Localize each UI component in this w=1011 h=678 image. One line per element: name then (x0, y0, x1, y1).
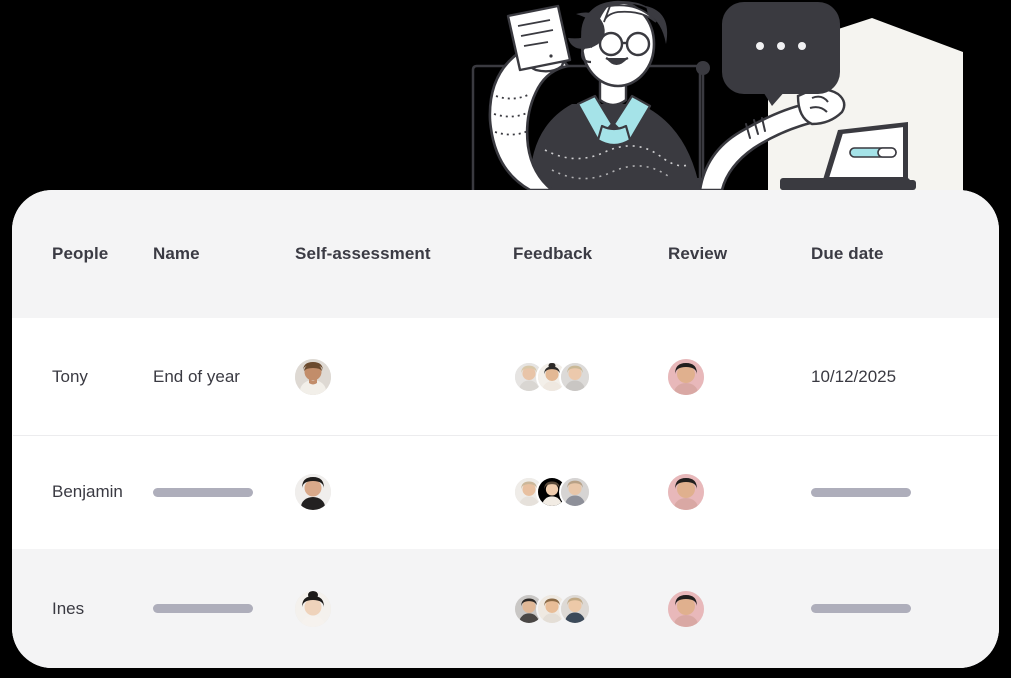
avatar[interactable] (668, 358, 704, 395)
table-row[interactable]: Benjamin (12, 435, 999, 549)
person-name: Ines (52, 598, 85, 618)
avatar[interactable] (559, 592, 591, 625)
cell-feedback (513, 360, 668, 393)
column-header-self-assessment[interactable]: Self-assessment (295, 244, 513, 264)
header-illustration (0, 0, 1011, 200)
due-date-value: 10/12/2025 (811, 366, 897, 386)
column-header-people[interactable]: People (12, 244, 153, 264)
page-root: People Name Self-assessment Feedback Rev… (0, 0, 1011, 678)
avatar[interactable] (559, 360, 591, 393)
person-name: Benjamin (52, 482, 123, 501)
avatar[interactable] (295, 590, 331, 627)
cell-review (668, 474, 811, 510)
cell-name (153, 604, 295, 613)
column-header-name[interactable]: Name (153, 244, 295, 264)
column-header-review-label: Review (668, 244, 728, 263)
cell-self-assessment (295, 474, 513, 510)
avatar-stack[interactable] (513, 592, 591, 625)
person-name: Tony (52, 366, 88, 386)
column-header-feedback[interactable]: Feedback (513, 244, 668, 264)
cell-self-assessment (295, 358, 513, 395)
avatar-stack[interactable] (513, 360, 591, 393)
cell-feedback (513, 592, 668, 625)
column-header-due-date[interactable]: Due date (811, 244, 999, 264)
column-header-self-assessment-label: Self-assessment (295, 244, 431, 263)
cell-people: Ines (12, 599, 153, 619)
cell-due-date (811, 604, 999, 613)
avatar[interactable] (668, 474, 704, 510)
table-body: Tony End of year 10/12/2025 Benjamin Ine… (12, 318, 999, 668)
cell-name (153, 487, 295, 497)
review-cycle-name: End of year (153, 366, 240, 386)
cell-review (668, 358, 811, 395)
cell-feedback (513, 476, 668, 508)
name-placeholder-bar (153, 487, 253, 497)
table-header-row: People Name Self-assessment Feedback Rev… (12, 190, 999, 318)
speech-bubble (722, 2, 840, 106)
avatar[interactable] (295, 358, 331, 395)
cell-review (668, 590, 811, 627)
avatar[interactable] (668, 590, 704, 627)
table-row[interactable]: Tony End of year 10/12/2025 (12, 318, 999, 435)
reviews-table-card: People Name Self-assessment Feedback Rev… (12, 190, 999, 668)
cell-people: Benjamin (12, 482, 153, 502)
due-date-placeholder-bar (811, 487, 911, 497)
avatar[interactable] (559, 476, 591, 508)
avatar[interactable] (295, 474, 331, 510)
cell-self-assessment (295, 590, 513, 627)
name-placeholder-bar (153, 604, 253, 613)
column-header-name-label: Name (153, 244, 200, 263)
cell-people: Tony (12, 367, 153, 387)
cell-due-date: 10/12/2025 (811, 367, 999, 387)
avatar-stack[interactable] (513, 476, 591, 508)
cell-due-date (811, 487, 999, 497)
cell-name: End of year (153, 367, 295, 387)
column-header-feedback-label: Feedback (513, 244, 593, 263)
table-row[interactable]: Ines (12, 549, 999, 668)
due-date-placeholder-bar (811, 604, 911, 613)
reviews-table: People Name Self-assessment Feedback Rev… (12, 190, 999, 668)
column-header-review[interactable]: Review (668, 244, 811, 264)
column-header-due-date-label: Due date (811, 244, 884, 263)
column-header-people-label: People (52, 244, 109, 263)
